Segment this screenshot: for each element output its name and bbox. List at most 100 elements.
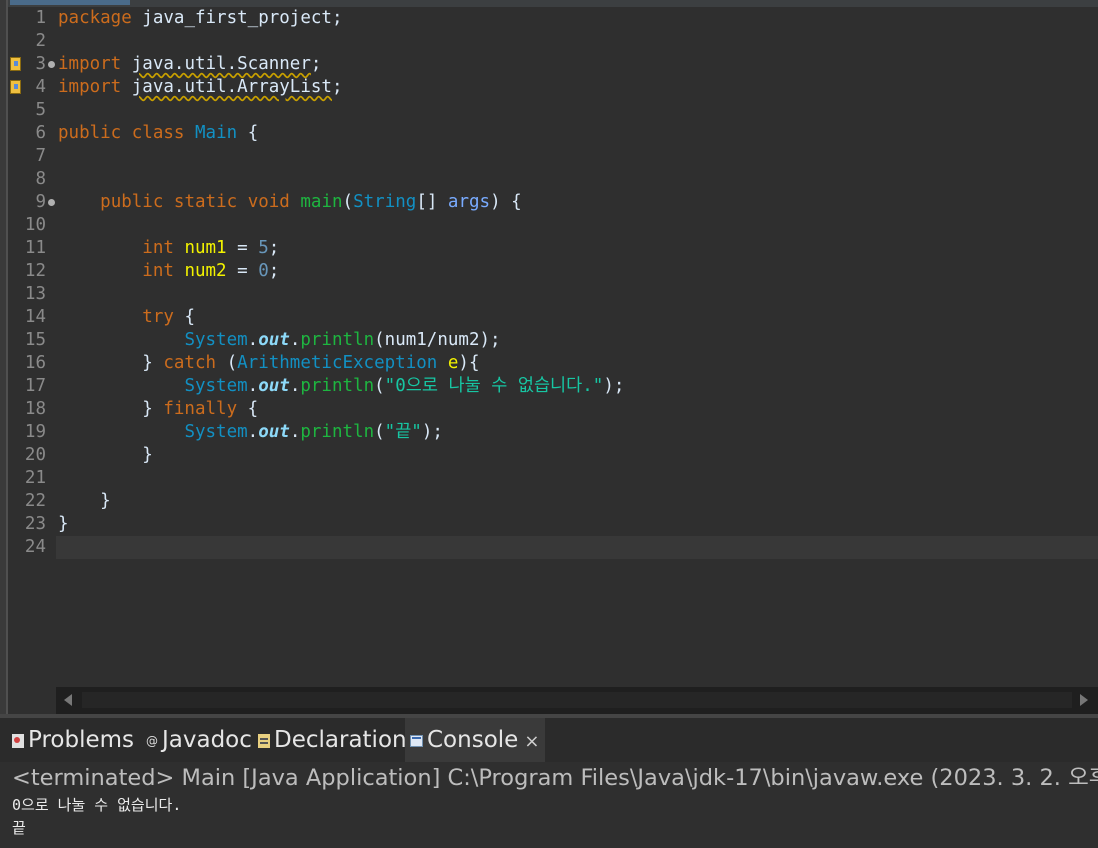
- line-gutter: 18: [8, 398, 56, 421]
- code-line[interactable]: 18 } finally {: [8, 398, 1098, 421]
- line-gutter: 2: [8, 30, 56, 53]
- code-line[interactable]: 6 public class Main {: [8, 122, 1098, 145]
- code-line[interactable]: 10: [8, 214, 1098, 237]
- declaration-icon: [258, 733, 270, 748]
- code-line[interactable]: 11 int num1 = 5;: [8, 237, 1098, 260]
- console-status-text: <terminated> Main [Java Application] C:\…: [12, 765, 1098, 791]
- code-line[interactable]: 9 public static void main(String[] args)…: [8, 191, 1098, 214]
- scroll-right-icon[interactable]: [1080, 694, 1088, 706]
- code-line[interactable]: 13: [8, 283, 1098, 306]
- code-text: System.out.println(num1/num2);: [184, 330, 501, 350]
- close-icon[interactable]: ×: [524, 731, 539, 752]
- line-number: 11: [24, 238, 46, 258]
- line-number: 5: [35, 100, 46, 120]
- code-line[interactable]: 1 package java_first_project;: [8, 7, 1098, 30]
- line-gutter: 13: [8, 283, 56, 306]
- line-number: 21: [24, 468, 46, 488]
- line-number: 20: [24, 445, 46, 465]
- code-line[interactable]: 16 } catch (ArithmeticException e){: [8, 352, 1098, 375]
- left-border: [0, 0, 8, 714]
- code-line[interactable]: 19 System.out.println("끝");: [8, 421, 1098, 444]
- console-output-line: 끝: [12, 819, 26, 837]
- tab-label: Problems: [28, 727, 135, 753]
- code-line[interactable]: 5: [8, 99, 1098, 122]
- tab-declaration[interactable]: Declaration: [258, 718, 407, 762]
- line-gutter: 16: [8, 352, 56, 375]
- horizontal-scrollbar[interactable]: [56, 687, 1098, 714]
- tab-problems[interactable]: Problems: [12, 718, 134, 762]
- console-icon: [410, 734, 423, 747]
- line-gutter: 21: [8, 467, 56, 490]
- line-number: 4: [35, 77, 46, 97]
- line-gutter: 5: [8, 99, 56, 122]
- editor-tab-edge[interactable]: [10, 0, 130, 5]
- fold-icon[interactable]: [48, 199, 55, 206]
- line-gutter: 12: [8, 260, 56, 283]
- line-gutter: 10: [8, 214, 56, 237]
- line-number: 23: [24, 514, 46, 534]
- code-text: } catch (ArithmeticException e){: [58, 353, 480, 373]
- editor-tab-strip: [0, 0, 1098, 7]
- line-gutter: 17: [8, 375, 56, 398]
- line-number: 22: [24, 491, 46, 511]
- line-gutter: 22: [8, 490, 56, 513]
- line-number: 14: [24, 307, 46, 327]
- console-output-line: 0으로 나눌 수 없습니다.: [12, 796, 182, 814]
- line-number: 1: [35, 8, 46, 28]
- code-text: }: [58, 491, 111, 511]
- code-text: package java_first_project;: [58, 8, 343, 28]
- code-line[interactable]: 14 try {: [8, 306, 1098, 329]
- line-gutter: 20: [8, 444, 56, 467]
- line-number: 9: [35, 192, 46, 212]
- code-line[interactable]: 23 }: [8, 513, 1098, 536]
- problems-icon: [12, 733, 24, 748]
- line-number: 16: [24, 353, 46, 373]
- code-line[interactable]: 22 }: [8, 490, 1098, 513]
- line-number: 17: [24, 376, 46, 396]
- current-code-line[interactable]: 24: [8, 536, 1098, 559]
- code-line[interactable]: 3 import java.util.Scanner;: [8, 53, 1098, 76]
- line-gutter: 6: [8, 122, 56, 145]
- code-text: int num2 = 0;: [142, 261, 280, 281]
- line-gutter: 7: [8, 145, 56, 168]
- bottom-panel-tabs: Problems @ Javadoc Declaration Console ×: [0, 714, 1098, 762]
- line-number: 8: [35, 169, 46, 189]
- tab-label: Declaration: [274, 727, 407, 753]
- console-output[interactable]: 0으로 나눌 수 없습니다. 끝: [0, 794, 1098, 848]
- code-text: System.out.println("끝");: [184, 422, 443, 442]
- javadoc-icon: @: [146, 733, 158, 748]
- line-gutter: 1: [8, 7, 56, 30]
- code-line[interactable]: 17 System.out.println("0으로 나눌 수 없습니다.");: [8, 375, 1098, 398]
- line-number: 2: [35, 31, 46, 51]
- line-number: 15: [24, 330, 46, 350]
- code-line[interactable]: 15 System.out.println(num1/num2);: [8, 329, 1098, 352]
- warning-marker-icon[interactable]: [10, 80, 21, 94]
- line-gutter: 14: [8, 306, 56, 329]
- line-gutter: 4: [8, 76, 56, 99]
- code-line[interactable]: 4 import java.util.ArrayList;: [8, 76, 1098, 99]
- scrollbar-track[interactable]: [82, 692, 1072, 708]
- code-editor[interactable]: 1 package java_first_project; 2 3 import…: [8, 7, 1098, 687]
- code-line[interactable]: 2: [8, 30, 1098, 53]
- code-text: } finally {: [58, 399, 259, 419]
- fold-icon[interactable]: [48, 61, 55, 68]
- code-text: public class Main {: [58, 123, 259, 143]
- line-number: 7: [35, 146, 46, 166]
- console-status-bar: <terminated> Main [Java Application] C:\…: [0, 762, 1098, 795]
- code-line[interactable]: 20 }: [8, 444, 1098, 467]
- scroll-left-icon[interactable]: [64, 694, 72, 706]
- line-gutter: 23: [8, 513, 56, 536]
- code-line[interactable]: 7: [8, 145, 1098, 168]
- code-text: import java.util.Scanner;: [58, 54, 322, 74]
- tab-console[interactable]: Console ×: [405, 718, 546, 762]
- code-line[interactable]: 21: [8, 467, 1098, 490]
- code-line[interactable]: 12 int num2 = 0;: [8, 260, 1098, 283]
- tab-javadoc[interactable]: @ Javadoc: [146, 718, 252, 762]
- code-text: int num1 = 5;: [142, 238, 280, 258]
- warning-marker-icon[interactable]: [10, 57, 21, 71]
- code-line[interactable]: 8: [8, 168, 1098, 191]
- line-gutter: 24: [8, 536, 56, 559]
- line-gutter: 11: [8, 237, 56, 260]
- code-text: import java.util.ArrayList;: [58, 77, 343, 97]
- code-text: public static void main(String[] args) {: [100, 192, 522, 212]
